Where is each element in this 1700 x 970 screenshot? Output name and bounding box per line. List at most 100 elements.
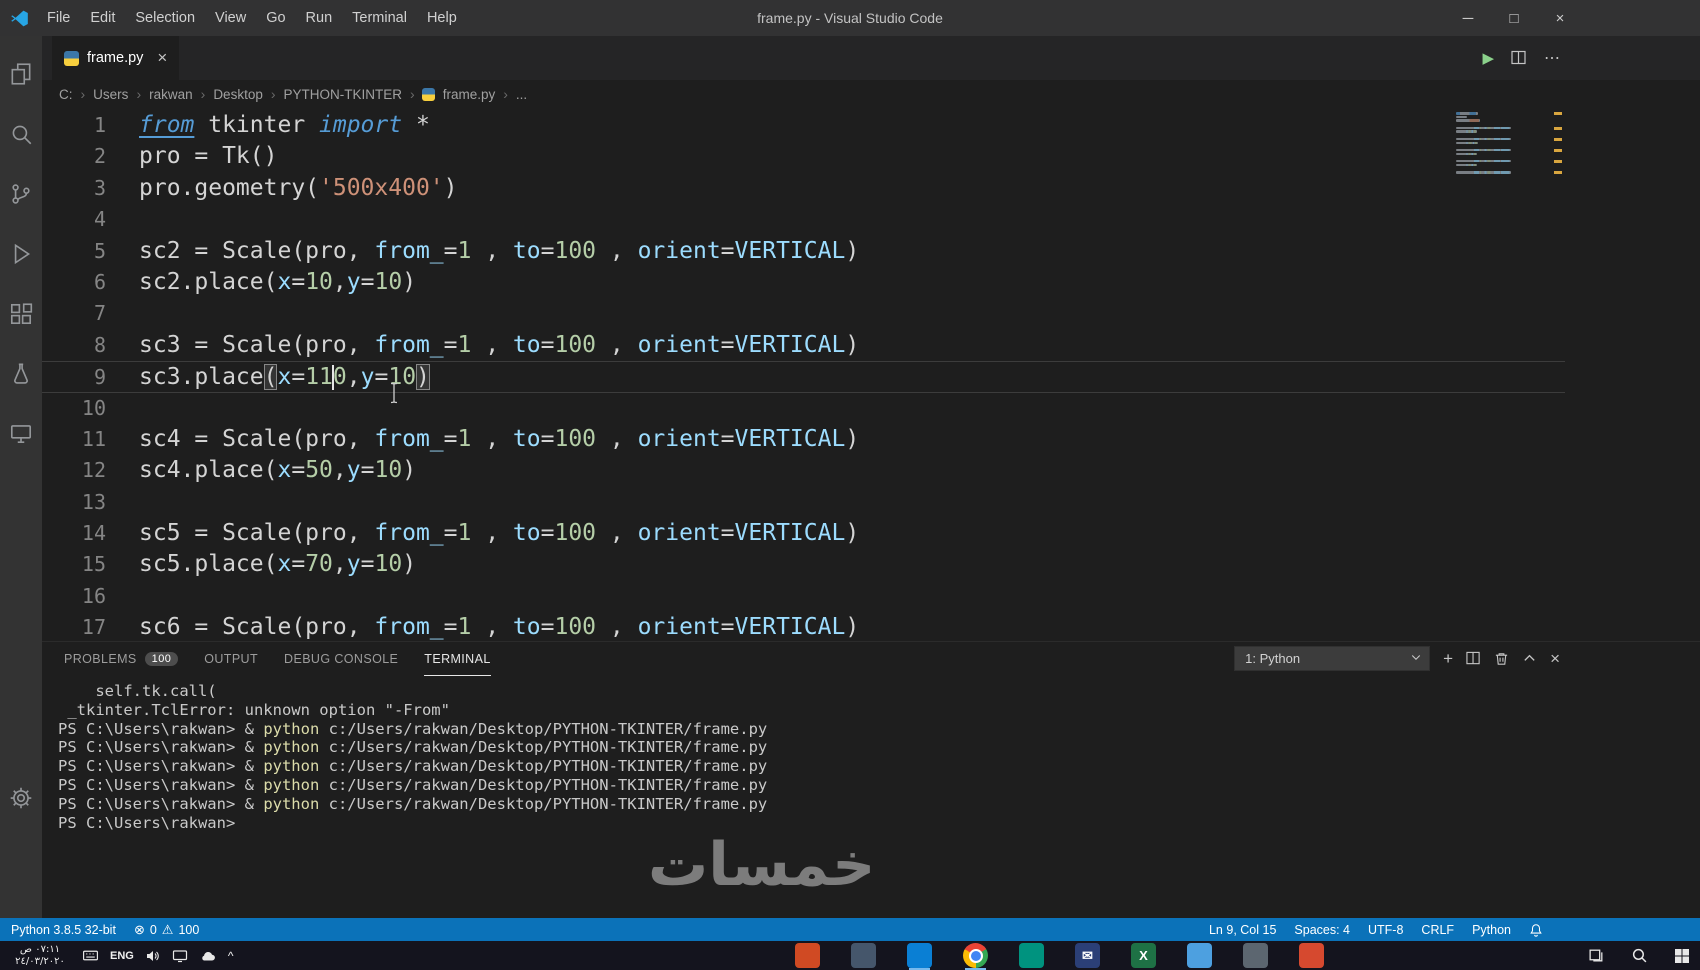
warning-marker xyxy=(1554,126,1562,130)
terminal-line: PS C:\Users\rakwan> & python c:/Users/ra… xyxy=(58,757,768,776)
minimize-button[interactable]: ─ xyxy=(1445,0,1491,36)
split-terminal-icon[interactable] xyxy=(1466,651,1481,666)
menu-file[interactable]: File xyxy=(37,0,80,36)
breadcrumb-separator-icon: › xyxy=(270,86,276,102)
tab-frame-py[interactable]: frame.py × xyxy=(52,36,181,80)
menu-run[interactable]: Run xyxy=(296,0,343,36)
activitybar-extensions-icon[interactable] xyxy=(0,284,42,344)
code-line[interactable]: 8 sc3 = Scale(pro, from_=1 , to=100 , ori… xyxy=(42,330,1565,361)
close-panel-icon[interactable]: × xyxy=(1550,650,1560,667)
code-line[interactable]: 3 pro.geometry('500x400') xyxy=(42,173,1565,204)
activitybar-settings-icon[interactable] xyxy=(0,768,42,828)
python-version-status[interactable]: Python 3.8.5 32-bit xyxy=(2,918,125,941)
taskbar-clock[interactable]: ٠٧:١١ ص ٢٤/٠٣/٢٠٢٠ xyxy=(0,944,80,967)
more-actions-icon[interactable]: ⋯ xyxy=(1544,48,1560,68)
breadcrumb-item[interactable]: PYTHON-TKINTER xyxy=(281,87,406,102)
split-editor-icon[interactable] xyxy=(1511,50,1527,66)
code-line[interactable]: 15 sc5.place(x=70,y=10) xyxy=(42,549,1565,580)
activitybar-explorer-icon[interactable] xyxy=(0,44,42,104)
kill-terminal-icon[interactable] xyxy=(1494,651,1509,666)
mail-app-icon[interactable]: ✉ xyxy=(1075,943,1100,968)
code-line[interactable]: 6 sc2.place(x=10,y=10) xyxy=(42,267,1565,298)
code-area[interactable]: 1 from tkinter import * 2 pro = Tk() 3 pro.ge… xyxy=(42,108,1700,641)
hidden-icons-chevron[interactable]: ^ xyxy=(228,949,234,963)
panel-tab-problems[interactable]: PROBLEMS 100 xyxy=(64,642,179,676)
activitybar-test-icon[interactable] xyxy=(0,344,42,404)
menu-help[interactable]: Help xyxy=(417,0,467,36)
activitybar-remote-explorer-icon[interactable] xyxy=(0,404,42,464)
breadcrumb-item[interactable]: Users xyxy=(90,87,131,102)
defender-icon[interactable] xyxy=(1243,943,1268,968)
menu-edit[interactable]: Edit xyxy=(80,0,125,36)
code-line[interactable]: 11 sc4 = Scale(pro, from_=1 , to=100 , or… xyxy=(42,424,1565,455)
chrome-icon[interactable] xyxy=(963,943,988,970)
indentation-status[interactable]: Spaces: 4 xyxy=(1285,918,1359,941)
code-text: sc5.place(x=70,y=10) xyxy=(139,551,417,578)
cursor-position-status[interactable]: Ln 9, Col 15 xyxy=(1200,918,1285,941)
panel-tab-output[interactable]: OUTPUT xyxy=(204,642,258,676)
display-icon[interactable] xyxy=(172,948,188,964)
breadcrumb-item[interactable]: rakwan xyxy=(146,87,196,102)
tab-close-icon[interactable]: × xyxy=(157,48,167,68)
files-app-icon[interactable] xyxy=(851,943,876,968)
minimap-line xyxy=(1456,167,1548,170)
terminal-line: PS C:\Users\rakwan> xyxy=(58,813,236,832)
breadcrumb-item[interactable]: C: xyxy=(56,87,76,102)
code-line[interactable]: 10 xyxy=(42,393,1565,424)
code-line[interactable]: 2 pro = Tk() xyxy=(42,141,1565,172)
teams-app-icon[interactable] xyxy=(1019,943,1044,968)
code-line[interactable]: 16 xyxy=(42,581,1565,612)
taskbar-search-icon[interactable] xyxy=(1631,947,1648,964)
eol-status[interactable]: CRLF xyxy=(1412,918,1463,941)
breadcrumb-separator-icon: › xyxy=(200,86,206,102)
code-line[interactable]: 9 sc3.place(x=110,y=10) xyxy=(42,361,1565,393)
code-line[interactable]: 12 sc4.place(x=50,y=10) xyxy=(42,455,1565,486)
code-line[interactable]: 4 xyxy=(42,204,1565,235)
breadcrumb-item[interactable]: frame.py xyxy=(440,87,499,102)
menu-selection[interactable]: Selection xyxy=(125,0,205,36)
code-line[interactable]: 13 xyxy=(42,487,1565,518)
menu-go[interactable]: Go xyxy=(256,0,295,36)
encoding-status[interactable]: UTF-8 xyxy=(1359,918,1412,941)
breadcrumb-separator-icon: › xyxy=(503,86,508,102)
input-language[interactable]: ENG xyxy=(110,950,134,962)
warning-marker xyxy=(1554,112,1562,115)
window-title: frame.py - Visual Studio Code xyxy=(757,10,943,26)
terminal-selector[interactable]: 1: Python xyxy=(1234,646,1431,671)
office-app-icon[interactable] xyxy=(795,943,820,968)
problems-status[interactable]: ⊗ 0 ⚠ 100 xyxy=(125,918,208,941)
minimap[interactable] xyxy=(1456,112,1548,175)
task-view-icon[interactable] xyxy=(1588,947,1605,964)
language-status[interactable]: Python xyxy=(1463,918,1520,941)
volume-icon[interactable] xyxy=(145,948,161,964)
new-terminal-icon[interactable]: + xyxy=(1443,650,1453,667)
touch-keyboard-icon[interactable] xyxy=(82,947,99,964)
editor[interactable]: 1 from tkinter import * 2 pro = Tk() 3 pro.ge… xyxy=(42,108,1700,641)
activitybar-source-control-icon[interactable] xyxy=(0,164,42,224)
breadcrumb-item[interactable]: Desktop xyxy=(210,87,266,102)
code-line[interactable]: 7 xyxy=(42,298,1565,329)
start-button-icon[interactable] xyxy=(1674,948,1690,964)
notifications-bell-icon[interactable] xyxy=(1520,918,1552,941)
code-line[interactable]: 17 sc6 = Scale(pro, from_=1 , to=100 , or… xyxy=(42,612,1565,641)
panel-tab-debug-console[interactable]: DEBUG CONSOLE xyxy=(284,642,398,676)
terminal-output[interactable]: self.tk.call( _tkinter.TclError: unknown… xyxy=(42,676,1700,832)
menu-view[interactable]: View xyxy=(205,0,256,36)
code-line[interactable]: 1 from tkinter import * xyxy=(42,110,1565,141)
excel-icon[interactable]: X xyxy=(1131,943,1156,968)
panel-tab-terminal[interactable]: TERMINAL xyxy=(424,642,491,676)
activitybar-run-debug-icon[interactable] xyxy=(0,224,42,284)
this-pc-icon[interactable] xyxy=(1187,943,1212,968)
vscode-icon[interactable] xyxy=(907,943,932,970)
close-button[interactable]: × xyxy=(1537,0,1583,36)
run-python-file-button[interactable]: ▶ xyxy=(1482,49,1494,67)
breadcrumb-item[interactable]: ... xyxy=(513,87,530,102)
menu-terminal[interactable]: Terminal xyxy=(342,0,417,36)
opera-app-icon[interactable] xyxy=(1299,943,1324,968)
code-line[interactable]: 14 sc5 = Scale(pro, from_=1 , to=100 , or… xyxy=(42,518,1565,549)
code-line[interactable]: 5 sc2 = Scale(pro, from_=1 , to=100 , ori… xyxy=(42,236,1565,267)
maximize-panel-icon[interactable] xyxy=(1522,651,1537,666)
maximize-button[interactable]: □ xyxy=(1491,0,1537,36)
activitybar-search-icon[interactable] xyxy=(0,104,42,164)
onedrive-cloud-icon[interactable] xyxy=(199,947,217,965)
